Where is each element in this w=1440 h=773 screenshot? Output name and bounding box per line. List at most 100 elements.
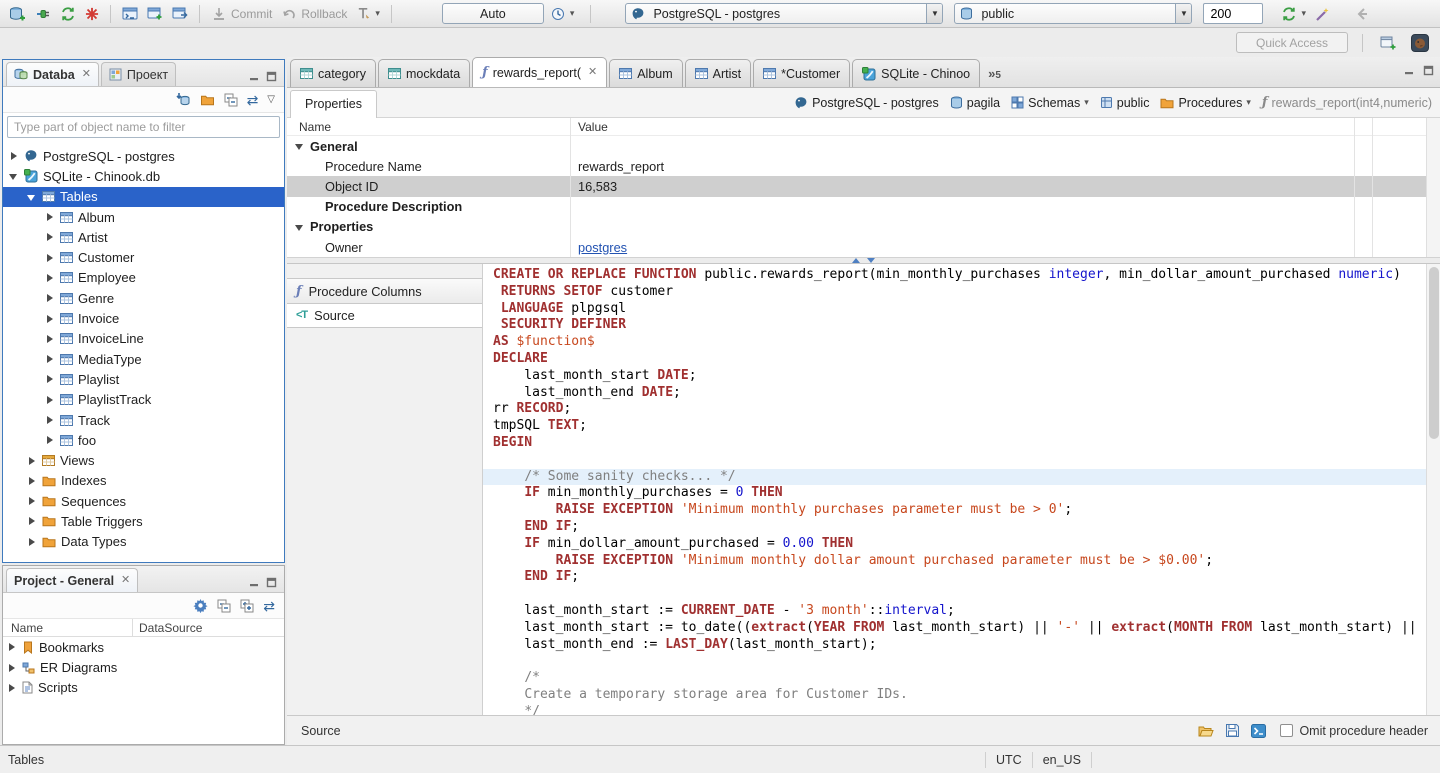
expand-arrow[interactable]	[45, 415, 55, 425]
editor-tab-category[interactable]: category	[290, 59, 376, 87]
source-editor[interactable]: CREATE OR REPLACE FUNCTION public.reward…	[483, 264, 1426, 715]
tree-item-sqlite-chinook-db[interactable]: SQLite - Chinook.db	[3, 166, 284, 186]
close-icon[interactable]: ✕	[121, 575, 130, 586]
new-folder-icon[interactable]	[200, 94, 215, 106]
expand-arrow[interactable]	[27, 476, 37, 486]
rollback-button[interactable]: Rollback	[278, 4, 350, 24]
chevron-down-icon[interactable]: ▾	[1246, 98, 1251, 107]
import-connection-icon[interactable]	[175, 92, 191, 107]
tree-item-customer[interactable]: Customer	[3, 247, 284, 267]
expand-arrow[interactable]	[7, 663, 17, 673]
property-row-owner[interactable]: Owner postgres	[287, 237, 1440, 257]
expand-arrow[interactable]	[45, 314, 55, 324]
recent-sql-editor-button[interactable]	[169, 4, 191, 23]
breadcrumb-item-procedures[interactable]: Procedures ▾	[1160, 96, 1251, 110]
tree-item-invoice[interactable]: Invoice	[3, 308, 284, 328]
tree-item-mediatype[interactable]: MediaType	[3, 349, 284, 369]
expand-arrow[interactable]	[45, 435, 55, 445]
expand-arrow[interactable]	[45, 374, 55, 384]
expand-arrow[interactable]	[27, 537, 37, 547]
section-procedure-columns[interactable]: ƒ Procedure Columns	[287, 278, 482, 303]
project-item-er-diagrams[interactable]: ER Diagrams	[3, 657, 284, 677]
expand-arrow[interactable]	[27, 516, 37, 526]
expand-arrow[interactable]	[27, 456, 37, 466]
minimize-icon[interactable]	[249, 577, 260, 588]
breadcrumb-item-schemas[interactable]: Schemas ▾	[1011, 96, 1089, 110]
property-row-procedure-description[interactable]: Procedure Description	[287, 197, 1440, 217]
property-row-general[interactable]: General	[287, 136, 1440, 156]
property-value-link[interactable]: postgres	[578, 240, 627, 255]
expand-arrow[interactable]	[295, 222, 305, 232]
editor-tab-mockdata[interactable]: mockdata	[377, 59, 471, 87]
locale-label[interactable]: en_US	[1043, 753, 1081, 767]
tree-item-indexes[interactable]: Indexes	[3, 471, 284, 491]
expand-all-icon[interactable]	[240, 599, 254, 613]
open-in-sql-console-button[interactable]	[1251, 723, 1267, 738]
expand-arrow[interactable]	[45, 293, 55, 303]
expand-arrow[interactable]	[9, 151, 19, 161]
tree-item-tables[interactable]: Tables	[3, 186, 284, 207]
property-row-object-id[interactable]: Object ID 16,583	[287, 176, 1440, 197]
new-sql-editor-button[interactable]	[144, 4, 166, 23]
tree-item-artist[interactable]: Artist	[3, 227, 284, 247]
expand-arrow[interactable]	[7, 642, 17, 652]
tree-item-sequences[interactable]: Sequences	[3, 491, 284, 511]
property-row-properties[interactable]: Properties	[287, 217, 1440, 237]
chevron-down-icon[interactable]: ▼	[926, 4, 943, 23]
transaction-mode-button[interactable]: ▾	[353, 4, 383, 23]
back-button[interactable]	[1351, 4, 1373, 24]
expand-arrow[interactable]	[45, 212, 55, 222]
refresh-button[interactable]: ▾	[1278, 4, 1309, 24]
link-editor-icon[interactable]: ⇄	[247, 93, 259, 107]
open-perspective-button[interactable]	[1377, 33, 1399, 52]
tab-project-general[interactable]: Project - General ✕	[6, 568, 139, 592]
connect-button[interactable]	[32, 4, 54, 24]
breadcrumb-item-pagila[interactable]: pagila	[950, 96, 1000, 110]
expand-arrow[interactable]	[45, 354, 55, 364]
tree-item-postgresql-postgres[interactable]: PostgreSQL - postgres	[3, 146, 284, 166]
editor-tab-artist[interactable]: Artist	[684, 59, 752, 87]
load-from-file-button[interactable]	[1198, 724, 1215, 737]
save-to-file-button[interactable]	[1225, 723, 1240, 738]
minimize-icon[interactable]	[249, 71, 260, 82]
properties-scrollbar[interactable]	[1426, 118, 1440, 257]
auto-commit-combo[interactable]: Auto	[441, 3, 544, 24]
tree-item-playlist[interactable]: Playlist	[3, 369, 284, 389]
collapse-down-icon[interactable]	[867, 258, 875, 263]
link-editor-icon[interactable]: ⇄	[263, 599, 275, 613]
column-divider[interactable]	[1354, 118, 1355, 257]
section-source[interactable]: <T Source	[287, 303, 482, 328]
collapse-all-icon[interactable]	[224, 93, 238, 107]
quick-access-button[interactable]: Quick Access	[1236, 32, 1348, 53]
dbeaver-perspective-button[interactable]	[1408, 32, 1432, 54]
reconnect-button[interactable]	[57, 4, 79, 24]
editor-tab-sqlite-chinoo[interactable]: SQLite - Chinoo	[852, 59, 981, 87]
close-icon[interactable]: ✕	[82, 69, 91, 80]
maximize-icon[interactable]	[266, 71, 277, 82]
timezone-label[interactable]: UTC	[996, 753, 1022, 767]
close-icon[interactable]: ✕	[588, 67, 597, 78]
pane-sash[interactable]	[287, 257, 1440, 264]
expand-arrow[interactable]	[295, 141, 305, 151]
breadcrumb-item-postgresql-postgres[interactable]: PostgreSQL - postgres	[794, 96, 939, 110]
expand-arrow[interactable]	[9, 171, 19, 181]
expand-arrow[interactable]	[45, 273, 55, 283]
expand-arrow[interactable]	[45, 395, 55, 405]
tree-item-foo[interactable]: foo	[3, 430, 284, 450]
tab-projects[interactable]: Проект	[100, 62, 177, 86]
editor-tab-rewards-report[interactable]: ƒ rewards_report(✕	[472, 57, 608, 87]
tree-item-playlisttrack[interactable]: PlaylistTrack	[3, 390, 284, 410]
fetch-size-input[interactable]	[1203, 3, 1264, 24]
breadcrumb-item-rewards-report-int4-numeric[interactable]: ƒ rewards_report(int4,numeric)	[1262, 96, 1432, 110]
sql-generator-button[interactable]	[1312, 4, 1334, 24]
disconnect-button[interactable]	[82, 5, 102, 23]
expand-arrow[interactable]	[27, 496, 37, 506]
tree-item-employee[interactable]: Employee	[3, 268, 284, 288]
source-scroll-thumb[interactable]	[1429, 267, 1439, 439]
editor-tab-album[interactable]: Album	[609, 59, 683, 87]
tree-item-album[interactable]: Album	[3, 207, 284, 227]
commit-button[interactable]: Commit	[208, 4, 275, 24]
property-row-procedure-name[interactable]: Procedure Name rewards_report	[287, 156, 1440, 176]
new-connection-button[interactable]	[6, 4, 29, 24]
maximize-icon[interactable]	[1423, 65, 1434, 76]
